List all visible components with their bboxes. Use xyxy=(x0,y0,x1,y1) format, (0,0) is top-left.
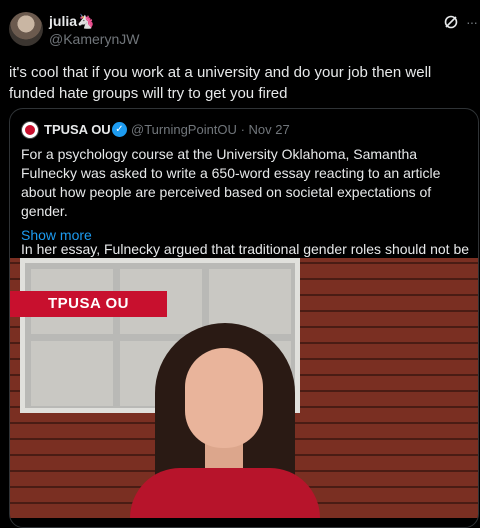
avatar[interactable] xyxy=(9,12,43,46)
quoted-image[interactable]: TPUSA OU xyxy=(10,258,478,518)
author-handle[interactable]: @KamerynJW xyxy=(49,31,139,47)
meta-separator: · xyxy=(240,122,245,137)
quoted-tweet[interactable]: TPUSA OU ✓ @TurningPointOU · Nov 27 For … xyxy=(9,108,479,528)
quoted-author-name[interactable]: TPUSA OU xyxy=(44,122,111,137)
quoted-avatar[interactable] xyxy=(21,121,39,139)
more-icon[interactable]: ··· xyxy=(466,14,478,30)
author-name[interactable]: julia🦄 xyxy=(49,13,94,30)
person-photo xyxy=(130,323,340,518)
image-banner: TPUSA OU xyxy=(10,291,167,317)
grok-icon[interactable] xyxy=(443,14,459,30)
show-more-link[interactable]: Show more xyxy=(21,227,92,243)
quoted-paragraph-1: For a psychology course at the Universit… xyxy=(21,146,441,219)
quoted-author-handle[interactable]: @TurningPointOU xyxy=(131,122,237,137)
quoted-date[interactable]: Nov 27 xyxy=(249,122,290,137)
quoted-meta: @TurningPointOU · Nov 27 xyxy=(131,122,290,137)
verified-badge-icon: ✓ xyxy=(112,122,127,137)
tweet-text: it's cool that if you work at a universi… xyxy=(9,64,432,102)
